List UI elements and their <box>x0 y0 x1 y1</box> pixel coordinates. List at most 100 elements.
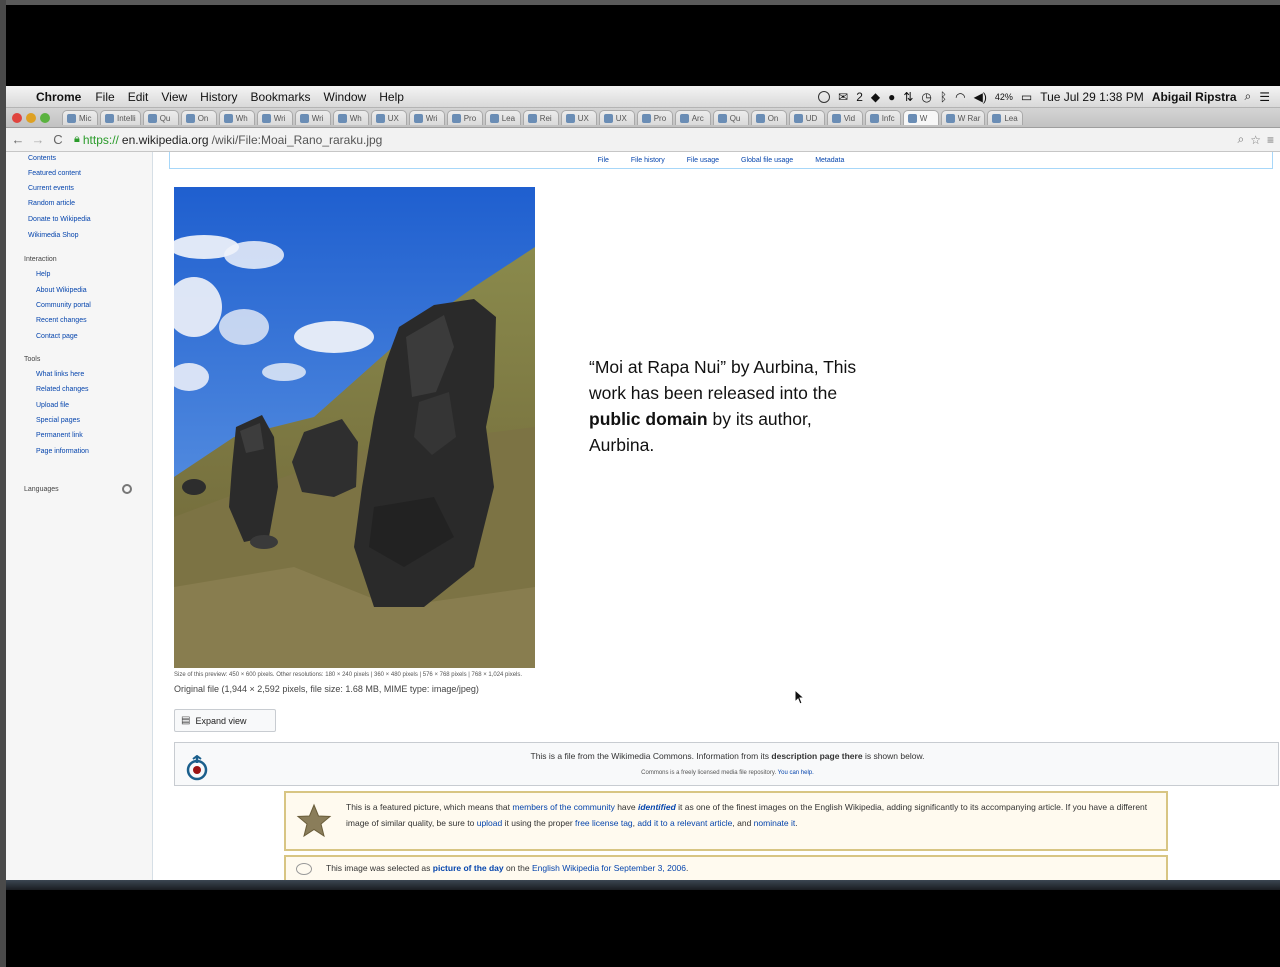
browser-tab[interactable]: Infc <box>864 110 901 125</box>
sidebar-featured-content[interactable]: Featured content <box>28 170 81 177</box>
close-window-icon[interactable] <box>12 112 22 123</box>
sidebar-donate[interactable]: Donate to Wikipedia <box>28 216 91 223</box>
tab-favicon-icon <box>105 113 114 123</box>
tab-label: Wri <box>273 113 286 123</box>
preview-resolutions[interactable]: Size of this preview: 450 × 600 pixels. … <box>174 672 522 678</box>
browser-tab[interactable]: W <box>902 110 939 125</box>
menu-help[interactable]: Help <box>379 90 404 104</box>
sidebar-community-portal[interactable]: Community portal <box>36 302 91 309</box>
browser-tab[interactable]: On <box>180 110 217 125</box>
browser-tab[interactable]: Wri <box>256 110 293 125</box>
sidebar-special-pages[interactable]: Special pages <box>36 417 80 424</box>
sidebar-about[interactable]: About Wikipedia <box>36 287 87 294</box>
identified-link[interactable]: identified <box>638 802 676 812</box>
spotlight-icon[interactable]: ⌕ <box>1245 89 1252 104</box>
browser-tab[interactable]: Arc <box>674 110 711 125</box>
browser-tab[interactable]: Pro <box>636 110 673 125</box>
wifi-icon[interactable]: ◠ <box>955 90 965 104</box>
sidebar-languages-heading: Languages <box>24 486 59 493</box>
menu-view[interactable]: View <box>161 90 187 104</box>
browser-tab[interactable]: UX <box>560 110 597 125</box>
browser-tab[interactable]: Wri <box>294 110 331 125</box>
clock-icon[interactable]: ◷ <box>921 90 931 104</box>
browser-tab[interactable]: Wh <box>218 110 255 125</box>
browser-tab[interactable]: Mic <box>62 110 98 125</box>
browser-tab[interactable]: Wri <box>408 110 445 125</box>
url-field[interactable]: 🔒︎ https://en.wikipedia.org/wiki/File:Mo… <box>74 133 382 147</box>
moai-photo[interactable] <box>174 187 535 668</box>
browser-tab[interactable]: UD <box>788 110 825 125</box>
menu-file[interactable]: File <box>95 90 114 104</box>
sync-icon[interactable]: ⇅ <box>903 90 913 104</box>
browser-tab[interactable]: Wh <box>332 110 369 125</box>
browser-tab[interactable]: Vid <box>826 110 863 125</box>
sidebar-help[interactable]: Help <box>36 271 50 278</box>
tab-file-history[interactable]: File history <box>631 157 665 164</box>
sidebar-contents[interactable]: Contents <box>28 155 56 162</box>
browser-tab[interactable]: Lea <box>484 110 521 125</box>
tab-file[interactable]: File <box>598 157 609 164</box>
chrome-menu-icon[interactable]: ≡ <box>1267 133 1280 147</box>
mail-icon[interactable]: ✉ <box>838 90 848 104</box>
browser-tab[interactable]: UX <box>370 110 407 125</box>
browser-tab[interactable]: Qu <box>712 110 749 125</box>
potd-text: This image was selected as picture of th… <box>326 863 688 873</box>
menu-bookmarks[interactable]: Bookmarks <box>251 90 311 104</box>
you-can-help-link[interactable]: You can help. <box>778 770 814 776</box>
tab-metadata[interactable]: Metadata <box>815 157 844 164</box>
browser-tab[interactable]: Qu <box>142 110 179 125</box>
user-name[interactable]: Abigail Ripstra <box>1152 90 1237 104</box>
bluetooth-icon[interactable]: ᛒ <box>940 90 947 104</box>
browser-tab[interactable]: Rei <box>522 110 559 125</box>
minimize-window-icon[interactable] <box>26 112 36 123</box>
expand-view-button[interactable]: ▤ Expand view <box>174 709 276 732</box>
original-file-link[interactable]: Original file (1,944 × 2,592 pixels, fil… <box>174 684 479 694</box>
browser-tab[interactable]: UX <box>598 110 635 125</box>
potd-date-link[interactable]: English Wikipedia for September 3, 2006 <box>532 863 686 873</box>
menu-history[interactable]: History <box>200 90 237 104</box>
menu-window[interactable]: Window <box>324 90 367 104</box>
sidebar-current-events[interactable]: Current events <box>28 185 74 192</box>
sidebar-shop[interactable]: Wikimedia Shop <box>28 232 79 239</box>
menu-edit[interactable]: Edit <box>128 90 149 104</box>
browser-tab[interactable]: Lea <box>987 110 1024 125</box>
zoom-icon[interactable]: ⌕ <box>1237 132 1250 147</box>
browser-tab[interactable]: Intelli <box>100 110 141 125</box>
sidebar-recent-changes[interactable]: Recent changes <box>36 317 87 324</box>
back-icon[interactable]: ← <box>10 132 26 147</box>
add-to-article-link[interactable]: add it to a relevant article <box>637 818 732 828</box>
tab-global-file-usage[interactable]: Global file usage <box>741 157 793 164</box>
browser-tab[interactable]: Pro <box>446 110 483 125</box>
potd-bold[interactable]: picture of the day <box>433 863 504 873</box>
browser-tab[interactable]: W Rar <box>940 110 986 125</box>
record-icon[interactable] <box>818 90 831 103</box>
reload-icon[interactable]: C <box>50 132 66 147</box>
tab-label: Intelli <box>117 113 136 123</box>
gear-icon[interactable] <box>122 484 132 494</box>
sidebar-what-links-here[interactable]: What links here <box>36 371 84 378</box>
clock-datetime[interactable]: Tue Jul 29 1:38 PM <box>1040 90 1144 104</box>
sidebar-related-changes[interactable]: Related changes <box>36 386 89 393</box>
bookmark-star-icon[interactable]: ☆ <box>1250 133 1267 147</box>
volume-icon[interactable]: ◀) <box>974 90 987 104</box>
tab-file-usage[interactable]: File usage <box>687 157 719 164</box>
members-link[interactable]: members of the community <box>512 802 615 812</box>
lock-icon: 🔒︎ <box>74 133 80 145</box>
sidebar-upload-file[interactable]: Upload file <box>36 402 69 409</box>
sidebar-contact-page[interactable]: Contact page <box>36 333 78 340</box>
description-page-link[interactable]: description page there <box>771 751 862 761</box>
dropbox-icon[interactable]: ◆ <box>871 90 880 104</box>
upload-link[interactable]: upload <box>477 818 503 828</box>
zoom-window-icon[interactable] <box>40 112 50 123</box>
battery-icon[interactable]: ▭ <box>1021 90 1032 104</box>
forward-icon[interactable]: → <box>30 132 46 147</box>
menu-app-name[interactable]: Chrome <box>36 90 81 104</box>
sidebar-permanent-link[interactable]: Permanent link <box>36 432 83 439</box>
sidebar-page-information[interactable]: Page information <box>36 448 89 455</box>
nominate-link[interactable]: nominate it <box>754 818 796 828</box>
notification-center-icon[interactable]: ☰ <box>1259 90 1270 104</box>
evernote-icon[interactable]: ● <box>888 90 895 104</box>
free-license-tag-link[interactable]: free license tag <box>575 818 633 828</box>
sidebar-random-article[interactable]: Random article <box>28 200 75 207</box>
browser-tab[interactable]: On <box>750 110 787 125</box>
